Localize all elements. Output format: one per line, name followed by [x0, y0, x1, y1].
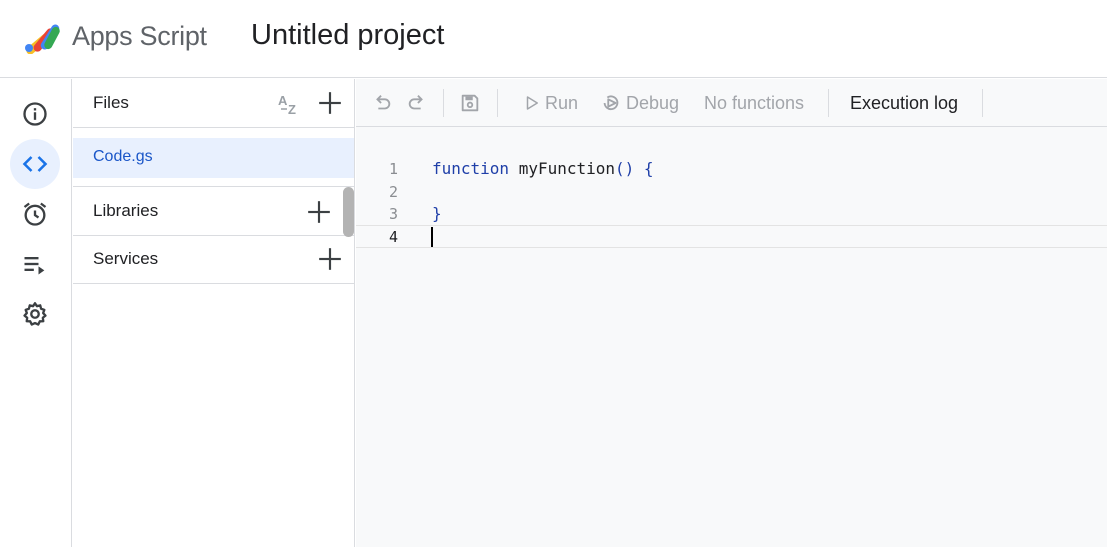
executions-list-icon [24, 257, 45, 275]
services-row: Services [73, 236, 355, 284]
toolbar-divider [497, 89, 498, 117]
toolbar-divider [982, 89, 983, 117]
debug-icon-wrap [599, 91, 623, 115]
undo-icon [376, 95, 391, 110]
punctuation-token: () { [615, 159, 654, 178]
project-title[interactable]: Untitled project [251, 19, 444, 52]
code-line[interactable]: 1 function myFunction() { [356, 158, 1107, 181]
info-icon [23, 102, 47, 126]
rail-item-triggers[interactable] [10, 189, 60, 239]
app-header: Apps Script Untitled project [0, 0, 1107, 78]
punctuation-token: } [432, 204, 442, 223]
line-content: function myFunction() { [432, 159, 654, 178]
libraries-row: Libraries [73, 186, 355, 236]
code-editor-area: Run Debug No functions Execution log 1 f… [356, 79, 1107, 547]
function-select[interactable]: No functions [704, 93, 804, 114]
execution-log-button[interactable]: Execution log [850, 93, 958, 114]
keyword-token: function [432, 159, 510, 178]
identifier-token: myFunction [509, 159, 616, 178]
debug-icon [603, 95, 619, 111]
code-line[interactable]: 2 [356, 181, 1107, 204]
code-line-current[interactable]: 4 [356, 225, 1107, 248]
file-name: Code.gs [93, 148, 153, 165]
plus-icon [319, 248, 341, 270]
files-header: Files A Z [73, 79, 355, 128]
rail-item-settings[interactable] [10, 289, 60, 339]
panel-scrollbar[interactable] [343, 187, 354, 237]
line-number: 3 [388, 205, 398, 223]
save-icon [461, 94, 479, 112]
svg-text:A: A [278, 93, 288, 108]
line-number: 1 [388, 160, 398, 178]
text-cursor [431, 227, 433, 247]
toolbar-divider [443, 89, 444, 117]
line-number: 4 [388, 228, 398, 246]
app-name[interactable]: Apps Script [72, 21, 207, 52]
services-label: Services [93, 249, 159, 268]
undo-button[interactable] [370, 91, 394, 115]
rail-item-executions[interactable] [10, 239, 60, 289]
line-content: } [432, 204, 442, 223]
plus-icon [319, 92, 341, 114]
run-icon-wrap [520, 91, 544, 115]
save-button[interactable] [458, 91, 482, 115]
left-navigation-rail [0, 79, 72, 547]
rail-item-overview[interactable] [10, 89, 60, 139]
apps-script-logo[interactable] [22, 18, 66, 55]
rail-item-editor[interactable] [10, 139, 60, 189]
files-panel: Files A Z Code.gs Libraries Services [73, 79, 355, 547]
gear-icon [23, 302, 47, 326]
play-icon [526, 96, 538, 110]
file-item-code-gs[interactable]: Code.gs [73, 138, 354, 178]
sort-az-icon: A Z [278, 93, 296, 117]
run-button[interactable]: Run [545, 93, 578, 114]
code-icon [22, 156, 48, 172]
line-number: 2 [388, 183, 398, 201]
plus-icon [308, 201, 330, 223]
toolbar-divider [828, 89, 829, 117]
editor-toolbar: Run Debug No functions Execution log [356, 79, 1107, 127]
redo-icon [408, 95, 423, 110]
libraries-label: Libraries [93, 201, 159, 220]
files-label: Files [93, 93, 129, 112]
sort-az-button[interactable]: A Z [276, 90, 304, 118]
redo-button[interactable] [405, 91, 429, 115]
code-line[interactable]: 3 } [356, 203, 1107, 226]
add-library-button[interactable] [305, 198, 333, 226]
svg-text:Z: Z [288, 102, 296, 117]
add-service-button[interactable] [316, 245, 344, 273]
add-file-button[interactable] [316, 89, 344, 117]
alarm-clock-icon [23, 202, 47, 226]
debug-button[interactable]: Debug [626, 93, 679, 114]
code-lines[interactable]: 1 function myFunction() { 2 3 } 4 [356, 128, 1107, 547]
